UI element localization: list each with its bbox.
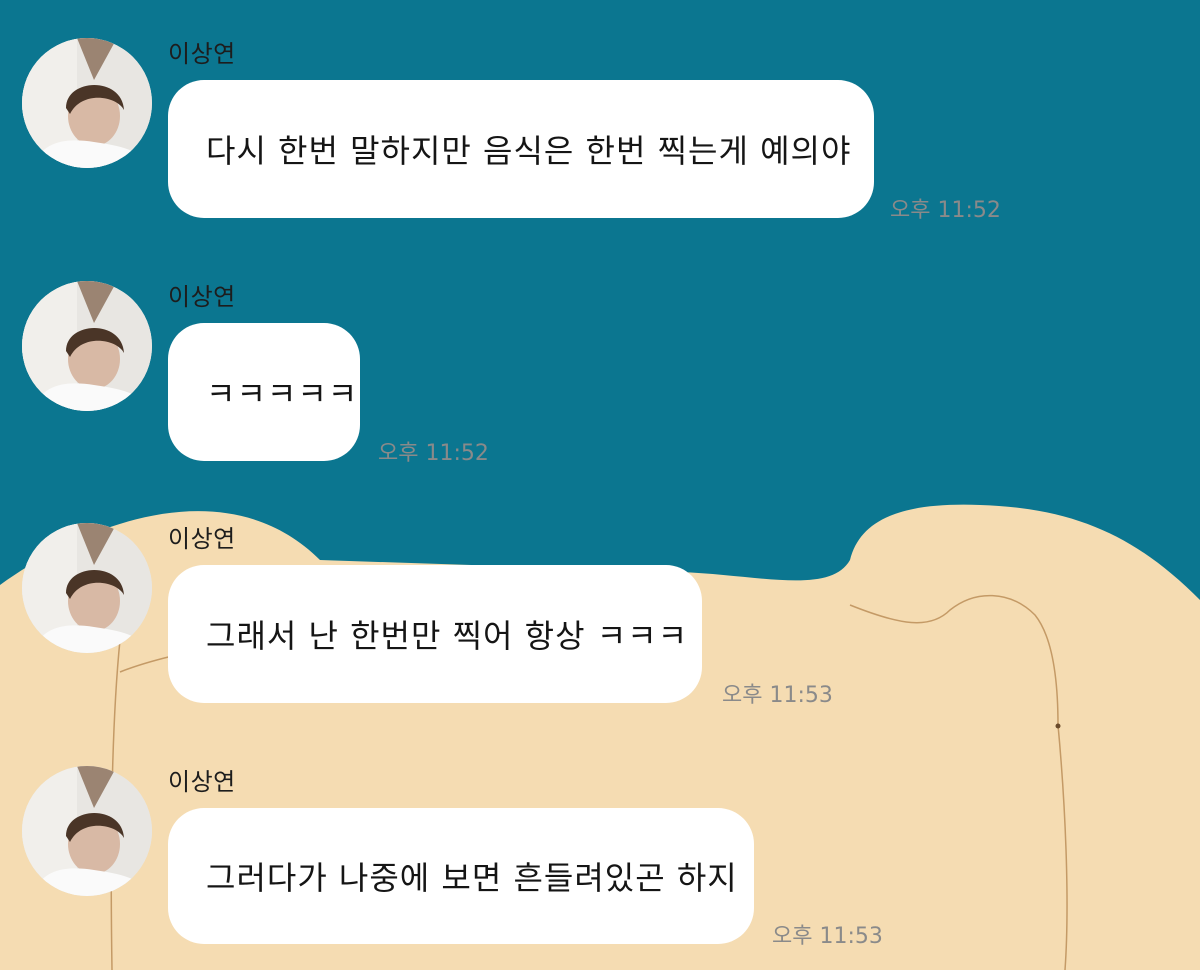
message-timestamp: 오후 11:53 [772,924,883,949]
profile-photo-icon[interactable] [22,281,152,411]
sender-name: 이상연 [168,525,236,553]
message-bubble[interactable]: 그래서 난 한번만 찍어 항상 ㅋㅋㅋ [168,565,702,703]
message-bubble[interactable]: 다시 한번 말하지만 음식은 한번 찍는게 예의야 [168,80,874,218]
message-bubble[interactable]: ㅋㅋㅋㅋㅋ [168,323,360,461]
profile-photo-icon[interactable] [22,523,152,653]
message-timestamp: 오후 11:52 [890,198,1001,223]
sender-name: 이상연 [168,40,236,68]
sender-name: 이상연 [168,768,236,796]
message-bubble[interactable]: 그러다가 나중에 보면 흔들려있곤 하지 [168,808,754,944]
profile-photo-icon[interactable] [22,766,152,896]
message-timestamp: 오후 11:52 [378,441,489,466]
sender-name: 이상연 [168,283,236,311]
profile-photo-icon[interactable] [22,38,152,168]
message-timestamp: 오후 11:53 [722,683,833,708]
